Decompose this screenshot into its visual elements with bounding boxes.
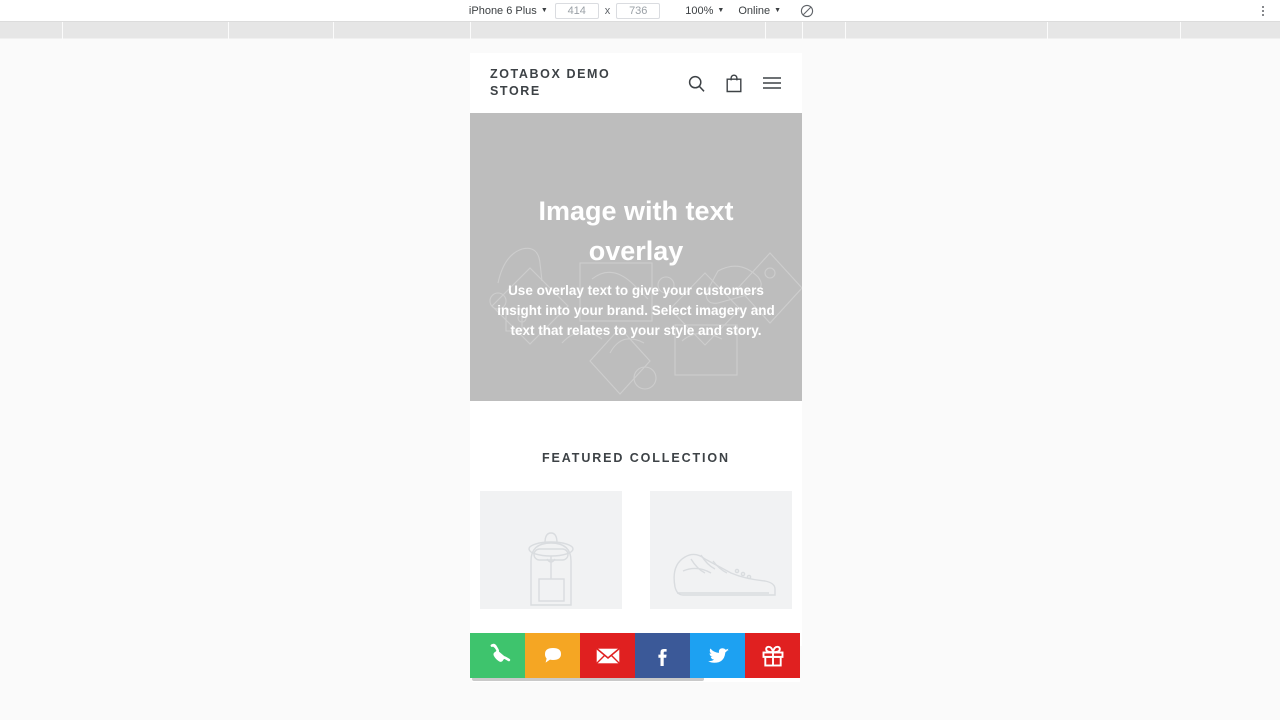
facebook-button[interactable] [635, 633, 690, 678]
hero-content: Image with text overlay Use overlay text… [472, 191, 800, 341]
throttling-label: Online [738, 5, 770, 17]
device-emulation-toolbar: iPhone 6 Plus ▼ x 100% ▼ Online ▼ [0, 0, 1280, 21]
ruler-tick [470, 22, 471, 40]
zotabox-widget-bar [470, 633, 802, 678]
phone-icon [485, 643, 511, 669]
twitter-button[interactable] [690, 633, 745, 678]
kebab-dot [1262, 6, 1264, 8]
ruler-tick [1180, 22, 1181, 40]
ruler-tick [845, 22, 846, 40]
chat-button[interactable] [525, 633, 580, 678]
chevron-down-icon: ▼ [717, 7, 724, 14]
featured-collection-heading: FEATURED COLLECTION [470, 451, 802, 465]
device-width-input[interactable] [555, 3, 599, 19]
device-selector-label: iPhone 6 Plus [469, 5, 537, 17]
dimension-separator: x [599, 5, 617, 17]
menu-button[interactable] [762, 76, 782, 90]
ruler-tick [228, 22, 229, 40]
envelope-icon [594, 645, 622, 667]
rotate-device-button[interactable] [796, 1, 818, 20]
chevron-down-icon: ▼ [774, 7, 781, 14]
gift-icon [760, 643, 786, 669]
device-viewport: ZOTABOX DEMO STORE [470, 53, 802, 646]
more-options-button[interactable] [1254, 2, 1272, 20]
viewport-ruler [0, 21, 1280, 39]
device-selector[interactable]: iPhone 6 Plus ▼ [462, 1, 555, 20]
hero-body-text: Use overlay text to give your customers … [492, 281, 780, 341]
zoom-selector[interactable]: 100% ▼ [678, 1, 731, 20]
email-button[interactable] [580, 633, 635, 678]
hero-heading: Image with text overlay [511, 191, 761, 271]
product-card[interactable] [650, 491, 792, 609]
zoom-level-label: 100% [685, 5, 713, 17]
ruler-tick [1047, 22, 1048, 40]
store-header: ZOTABOX DEMO STORE [470, 53, 802, 113]
ruler-tick [333, 22, 334, 40]
twitter-icon [704, 643, 732, 669]
header-icon-group [687, 73, 782, 93]
throttling-selector[interactable]: Online ▼ [731, 1, 788, 20]
gift-button[interactable] [745, 633, 800, 678]
facebook-icon [650, 643, 676, 669]
product-image-backpack [480, 491, 622, 609]
product-grid [470, 465, 802, 609]
product-image-shoe [650, 491, 792, 609]
hamburger-menu-icon [762, 76, 782, 90]
rotate-device-icon [800, 4, 814, 18]
shopping-bag-icon [725, 73, 743, 93]
ruler-tick [765, 22, 766, 40]
kebab-dot [1262, 10, 1264, 12]
ruler-tick [802, 22, 803, 40]
kebab-dot [1262, 14, 1264, 16]
cart-button[interactable] [725, 73, 743, 93]
featured-collection-section: FEATURED COLLECTION [470, 401, 802, 609]
sneaker-line-art [661, 509, 781, 609]
search-button[interactable] [687, 74, 706, 93]
device-height-input[interactable] [616, 3, 660, 19]
emulation-canvas: ZOTABOX DEMO STORE [0, 39, 1280, 720]
search-icon [687, 74, 706, 93]
chat-bubble-icon [540, 643, 566, 669]
hero-banner: Image with text overlay Use overlay text… [470, 113, 802, 401]
ruler-tick [62, 22, 63, 40]
device-toolbar-controls: iPhone 6 Plus ▼ x 100% ▼ Online ▼ [462, 1, 818, 20]
product-card[interactable] [480, 491, 622, 609]
chevron-down-icon: ▼ [541, 7, 548, 14]
backpack-line-art [501, 509, 601, 609]
store-title: ZOTABOX DEMO STORE [490, 66, 640, 100]
phone-button[interactable] [470, 633, 525, 678]
